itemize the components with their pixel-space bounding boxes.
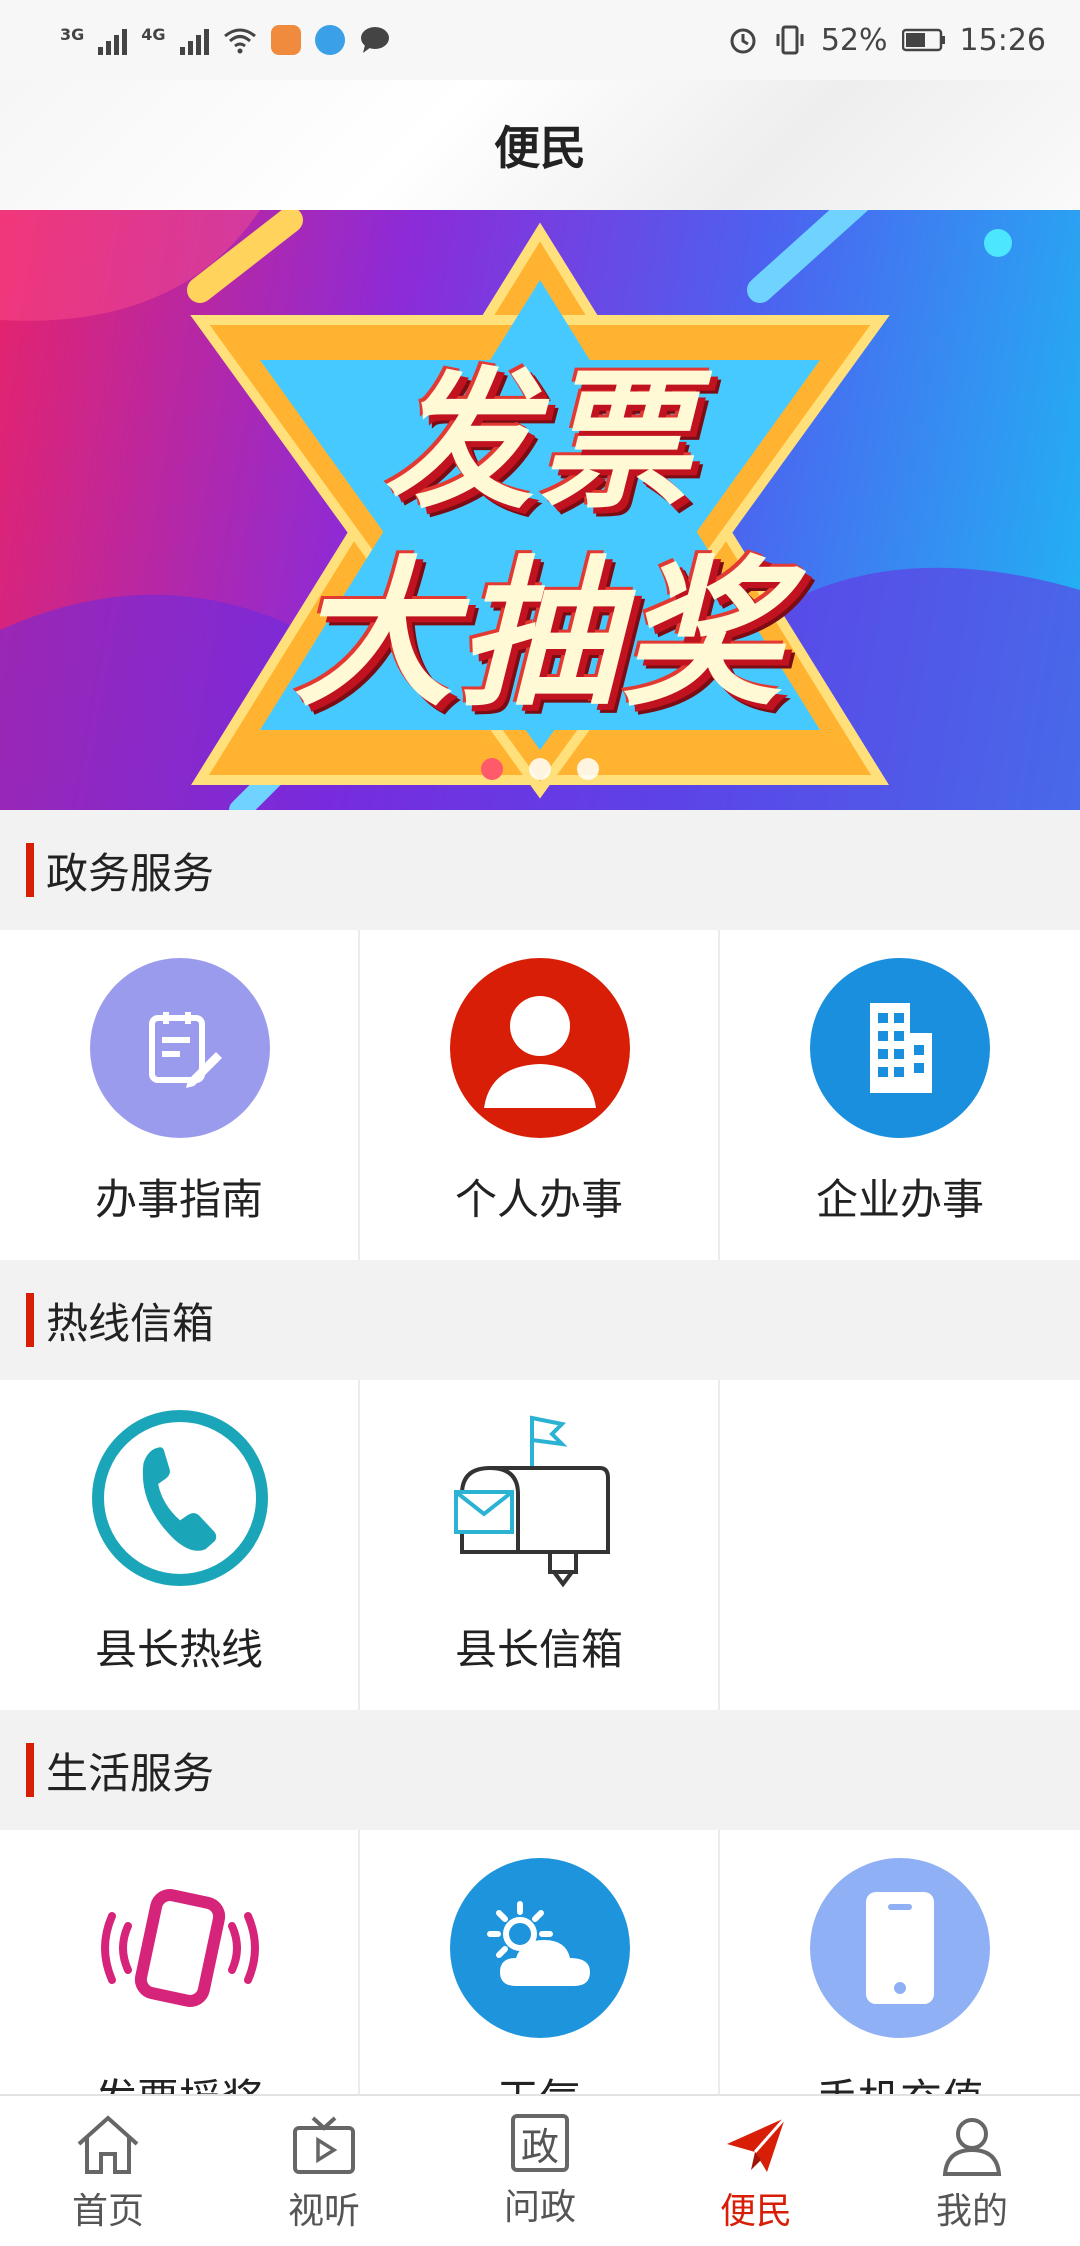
title-bar: 便民 [0,80,1080,210]
section-header-life: 生活服务 [0,1710,1080,1830]
network-3g-label: 3G [60,25,85,44]
section-title: 政务服务 [46,848,215,898]
gov-icon-glyph: 政 [520,2124,559,2169]
section-title: 热线信箱 [46,1298,215,1348]
phone-icon [90,1408,270,1588]
status-right: 52% 15:26 [727,23,1046,58]
battery-percent: 52% [820,22,888,58]
page-title: 便民 [494,121,586,175]
tv-icon [293,2116,355,2174]
item-label: 企业办事 [815,1175,984,1224]
tab-label: 我的 [935,2191,1008,2232]
personal-affairs-item[interactable]: 个人办事 [360,930,720,1260]
home-icon [77,2115,139,2174]
wifi-icon [223,28,256,54]
signal-icon-2 [179,25,209,55]
clock: 15:26 [959,22,1046,58]
user-icon [942,2118,1002,2176]
tab-label: 问政 [503,2187,576,2228]
person-icon [450,958,630,1138]
qq-browser-icon [314,25,345,55]
county-hotline-item[interactable]: 县长热线 [0,1380,360,1710]
item-label: 县长信箱 [454,1625,623,1674]
banner-title-line2: 大抽奖 [293,541,786,728]
section-accent-bar [26,843,34,897]
item-label: 县长热线 [94,1625,263,1674]
clipboard-edit-icon [90,958,270,1138]
uc-browser-icon [270,25,301,55]
tab-convenience[interactable]: 便民 [648,2096,864,2246]
alarm-icon [730,28,756,54]
mobile-recharge-icon [810,1858,990,2038]
gov-icon: 政 [511,2114,569,2172]
weather-icon [450,1858,630,2038]
carousel-dot-2[interactable] [529,758,551,780]
section-accent-bar [26,1293,34,1347]
county-mailbox-item[interactable]: 县长信箱 [360,1380,720,1710]
empty-cell [720,1380,1080,1710]
carousel-dot-1[interactable] [481,758,503,780]
section-grid-gov: 办事指南 个人办事 企业办事 [0,930,1080,1260]
network-4g-label: 4G [141,25,166,44]
shake-phone-icon [90,1858,270,2038]
bottom-tab-bar: 首页 视听 政 问政 便民 我的 [0,2094,1080,2246]
promo-banner[interactable]: 发票 大抽奖 [0,210,1080,810]
message-icon [360,27,389,53]
carousel-indicator[interactable] [0,758,1080,780]
tab-mine[interactable]: 我的 [864,2096,1080,2246]
item-label: 个人办事 [454,1175,623,1224]
vibrate-icon [776,25,804,55]
section-title: 生活服务 [46,1748,215,1798]
tab-label: 便民 [719,2191,792,2232]
paper-plane-icon [727,2117,787,2172]
battery-icon [901,28,945,52]
carousel-dot-3[interactable] [577,758,599,780]
section-header-hotline: 热线信箱 [0,1260,1080,1380]
item-label: 办事指南 [94,1175,263,1224]
tab-label: 首页 [71,2191,144,2232]
section-header-gov: 政务服务 [0,810,1080,930]
status-left: 3G 4G [60,25,391,55]
tab-gov-inquiry[interactable]: 政 问政 [432,2096,648,2246]
status-bar: 3G 4G 52% 15:26 [0,0,1080,80]
section-grid-hotline: 县长热线 县长信箱 [0,1380,1080,1710]
building-icon [810,958,990,1138]
tab-home[interactable]: 首页 [0,2096,216,2246]
section-accent-bar [26,1743,34,1797]
tab-label: 视听 [287,2191,360,2232]
mailbox-icon [450,1408,630,1588]
enterprise-affairs-item[interactable]: 企业办事 [720,930,1080,1260]
signal-icon [98,25,128,55]
tab-media[interactable]: 视听 [216,2096,432,2246]
service-guide-item[interactable]: 办事指南 [0,930,360,1260]
